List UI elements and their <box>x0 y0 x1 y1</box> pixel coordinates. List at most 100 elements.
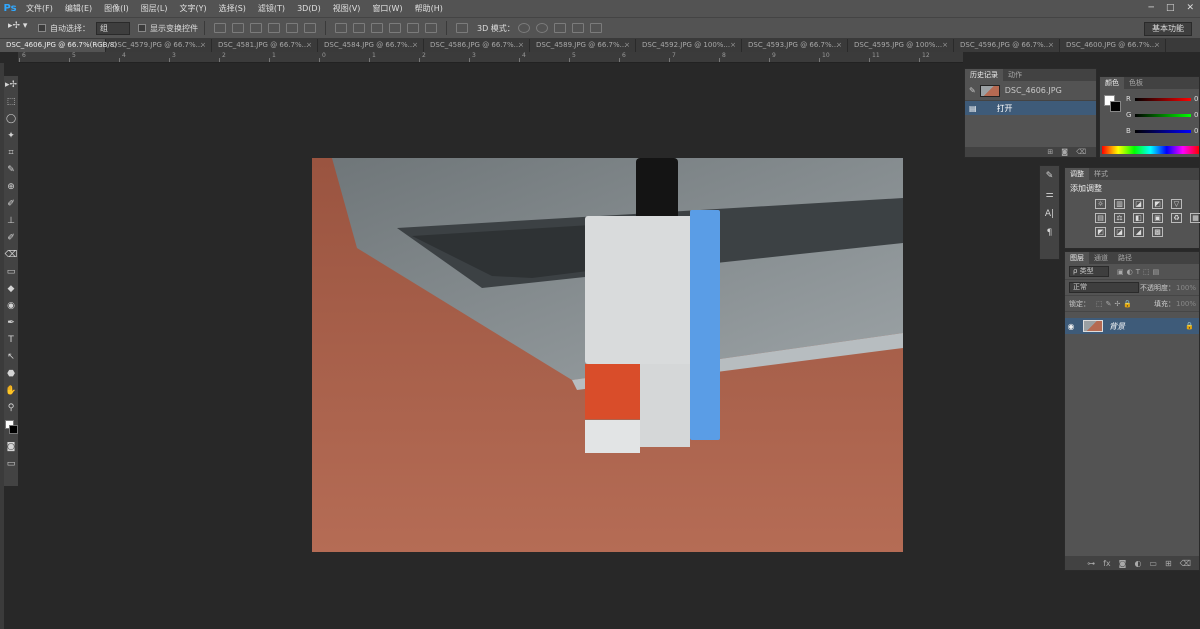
menu-select[interactable]: 选择(S) <box>213 0 252 17</box>
adjustment-icon[interactable]: ◩ <box>1152 199 1163 209</box>
green-value[interactable]: 0 <box>1194 111 1198 119</box>
tab-document[interactable]: DSC_4586.JPG @ 66.7%... × <box>424 39 530 52</box>
blue-value[interactable]: 0 <box>1194 127 1198 135</box>
adjustment-icon[interactable]: ◧ <box>1133 213 1144 223</box>
tab-document[interactable]: DSC_4584.JPG @ 66.7%... × <box>318 39 424 52</box>
menu-layer[interactable]: 图层(L) <box>135 0 174 17</box>
distribute-top-icon[interactable] <box>335 23 347 33</box>
tab-document[interactable]: DSC_4579.JPG @ 66.7%... × <box>106 39 212 52</box>
tab-close-icon[interactable]: × <box>306 39 312 52</box>
auto-select-dropdown[interactable]: 组 <box>96 21 130 35</box>
adjustment-icon[interactable]: ▦ <box>1190 213 1200 223</box>
tab-actions[interactable]: 动作 <box>1003 69 1027 81</box>
history-step[interactable]: ▤ 打开 <box>965 101 1096 115</box>
dodge-icon[interactable]: ◉ <box>4 297 18 314</box>
distribute-hcenter-icon[interactable] <box>407 23 419 33</box>
adjustment-icon[interactable]: ▣ <box>1152 213 1163 223</box>
tab-document[interactable]: DSC_4589.JPG @ 66.7%... × <box>530 39 636 52</box>
tab-document[interactable]: DSC_4596.JPG @ 66.7%... × <box>954 39 1060 52</box>
3d-roll-icon[interactable] <box>535 23 548 33</box>
new-document-from-state-icon[interactable]: ⊞ <box>1047 147 1053 157</box>
menu-image[interactable]: 图像(I) <box>98 0 135 17</box>
maximize-icon[interactable]: □ <box>1166 0 1175 17</box>
layer-filter-dropdown[interactable]: ρ 类型 <box>1069 266 1109 277</box>
layer-mask-icon[interactable]: ◙ <box>1119 559 1127 568</box>
distribute-vcenter-icon[interactable] <box>353 23 365 33</box>
eye-icon[interactable]: ◉ <box>1065 322 1077 331</box>
tab-adjustments[interactable]: 调整 <box>1065 168 1089 180</box>
tab-history[interactable]: 历史记录 <box>965 69 1003 81</box>
tab-close-icon[interactable]: × <box>836 39 842 52</box>
fg-bg-swatch[interactable] <box>1104 95 1122 113</box>
layer-row[interactable]: ◉ 背景 🔒 <box>1065 318 1199 334</box>
workspace-dropdown[interactable]: 基本功能 <box>1144 22 1192 36</box>
move-tool-preset-icon[interactable]: ▸✢ ▾ <box>8 21 30 35</box>
delete-layer-icon[interactable]: ⌫ <box>1180 559 1191 568</box>
history-brush-icon[interactable]: ✐ <box>4 229 18 246</box>
color-spectrum[interactable] <box>1102 146 1199 154</box>
auto-select-checkbox[interactable] <box>38 24 46 32</box>
3d-rotate-icon[interactable] <box>517 23 530 33</box>
opacity-value[interactable]: 100% <box>1176 284 1196 292</box>
new-layer-icon[interactable]: ⊞ <box>1165 559 1172 568</box>
tab-close-icon[interactable]: × <box>200 39 206 52</box>
menu-help[interactable]: 帮助(H) <box>409 0 449 17</box>
tab-document[interactable]: DSC_4593.JPG @ 66.7%... × <box>742 39 848 52</box>
screen-mode-icon[interactable]: ▭ <box>4 455 18 472</box>
healing-icon[interactable]: ⊕ <box>4 178 18 195</box>
tab-close-icon[interactable]: × <box>412 39 418 52</box>
tab-document[interactable]: DSC_4606.JPG @ 66.7%(RGB/8) × <box>0 39 117 52</box>
eraser-icon[interactable]: ⌫ <box>4 246 18 263</box>
stamp-icon[interactable]: ⊥ <box>4 212 18 229</box>
history-snapshot[interactable]: ✎ DSC_4606.JPG <box>965 81 1096 101</box>
new-group-icon[interactable]: ▭ <box>1149 559 1157 568</box>
close-icon[interactable]: ✕ <box>1186 0 1194 17</box>
adjustment-icon[interactable]: ⚖ <box>1114 213 1125 223</box>
adjustment-icon[interactable]: ☼ <box>1095 199 1106 209</box>
path-select-icon[interactable]: ↖ <box>4 348 18 365</box>
tab-close-icon[interactable]: × <box>942 39 948 52</box>
menu-view[interactable]: 视图(V) <box>327 0 367 17</box>
adjustment-layer-icon[interactable]: ◐ <box>1134 559 1141 568</box>
character-icon[interactable]: A| <box>1040 204 1059 223</box>
adjustment-icon[interactable]: ▽ <box>1171 199 1182 209</box>
green-slider[interactable] <box>1135 113 1191 117</box>
new-snapshot-icon[interactable]: ◙ <box>1061 147 1068 157</box>
adjustment-icon[interactable]: ▥ <box>1114 199 1125 209</box>
tab-swatches[interactable]: 色板 <box>1124 77 1148 89</box>
align-vcenter-icon[interactable] <box>232 23 244 33</box>
adjustment-icon[interactable]: ♻ <box>1171 213 1182 223</box>
tab-close-icon[interactable]: × <box>730 39 736 52</box>
menu-3d[interactable]: 3D(D) <box>291 0 327 17</box>
align-hcenter-icon[interactable] <box>286 23 298 33</box>
distribute-left-icon[interactable] <box>389 23 401 33</box>
distribute-right-icon[interactable] <box>425 23 437 33</box>
move-icon[interactable]: ▸✢ <box>4 76 18 93</box>
adjustment-icon[interactable]: ▩ <box>1152 227 1163 237</box>
menu-filter[interactable]: 滤镜(T) <box>252 0 291 17</box>
align-right-icon[interactable] <box>304 23 316 33</box>
zoom-icon[interactable]: ⚲ <box>4 399 18 416</box>
layer-style-icon[interactable]: fx <box>1103 559 1111 568</box>
menu-file[interactable]: 文件(F) <box>20 0 59 17</box>
trash-icon[interactable]: ⌫ <box>1076 147 1086 157</box>
tab-layers[interactable]: 图层 <box>1065 252 1089 264</box>
hand-icon[interactable]: ✋ <box>4 382 18 399</box>
tab-close-icon[interactable]: × <box>1048 39 1054 52</box>
eyedropper-icon[interactable]: ✎ <box>4 161 18 178</box>
lasso-icon[interactable]: ◯ <box>4 110 18 127</box>
red-channel[interactable]: R 0 <box>1126 95 1200 103</box>
tab-styles[interactable]: 样式 <box>1089 168 1113 180</box>
shape-icon[interactable]: ⬣ <box>4 365 18 382</box>
3d-slide-icon[interactable] <box>571 23 584 33</box>
marquee-icon[interactable]: ⬚ <box>4 93 18 110</box>
show-transform-checkbox[interactable] <box>138 24 146 32</box>
blend-mode-dropdown[interactable]: 正常 <box>1069 282 1139 293</box>
brush-presets-icon[interactable]: ✎ <box>1040 166 1059 185</box>
3d-drag-icon[interactable] <box>553 23 566 33</box>
type-icon[interactable]: T <box>4 331 18 348</box>
blue-channel[interactable]: B 0 <box>1126 127 1200 135</box>
adjustment-icon[interactable]: ▤ <box>1095 213 1106 223</box>
filter-icons[interactable]: ▣◐T⬚▤ <box>1117 268 1162 276</box>
tab-color[interactable]: 颜色 <box>1100 77 1124 89</box>
